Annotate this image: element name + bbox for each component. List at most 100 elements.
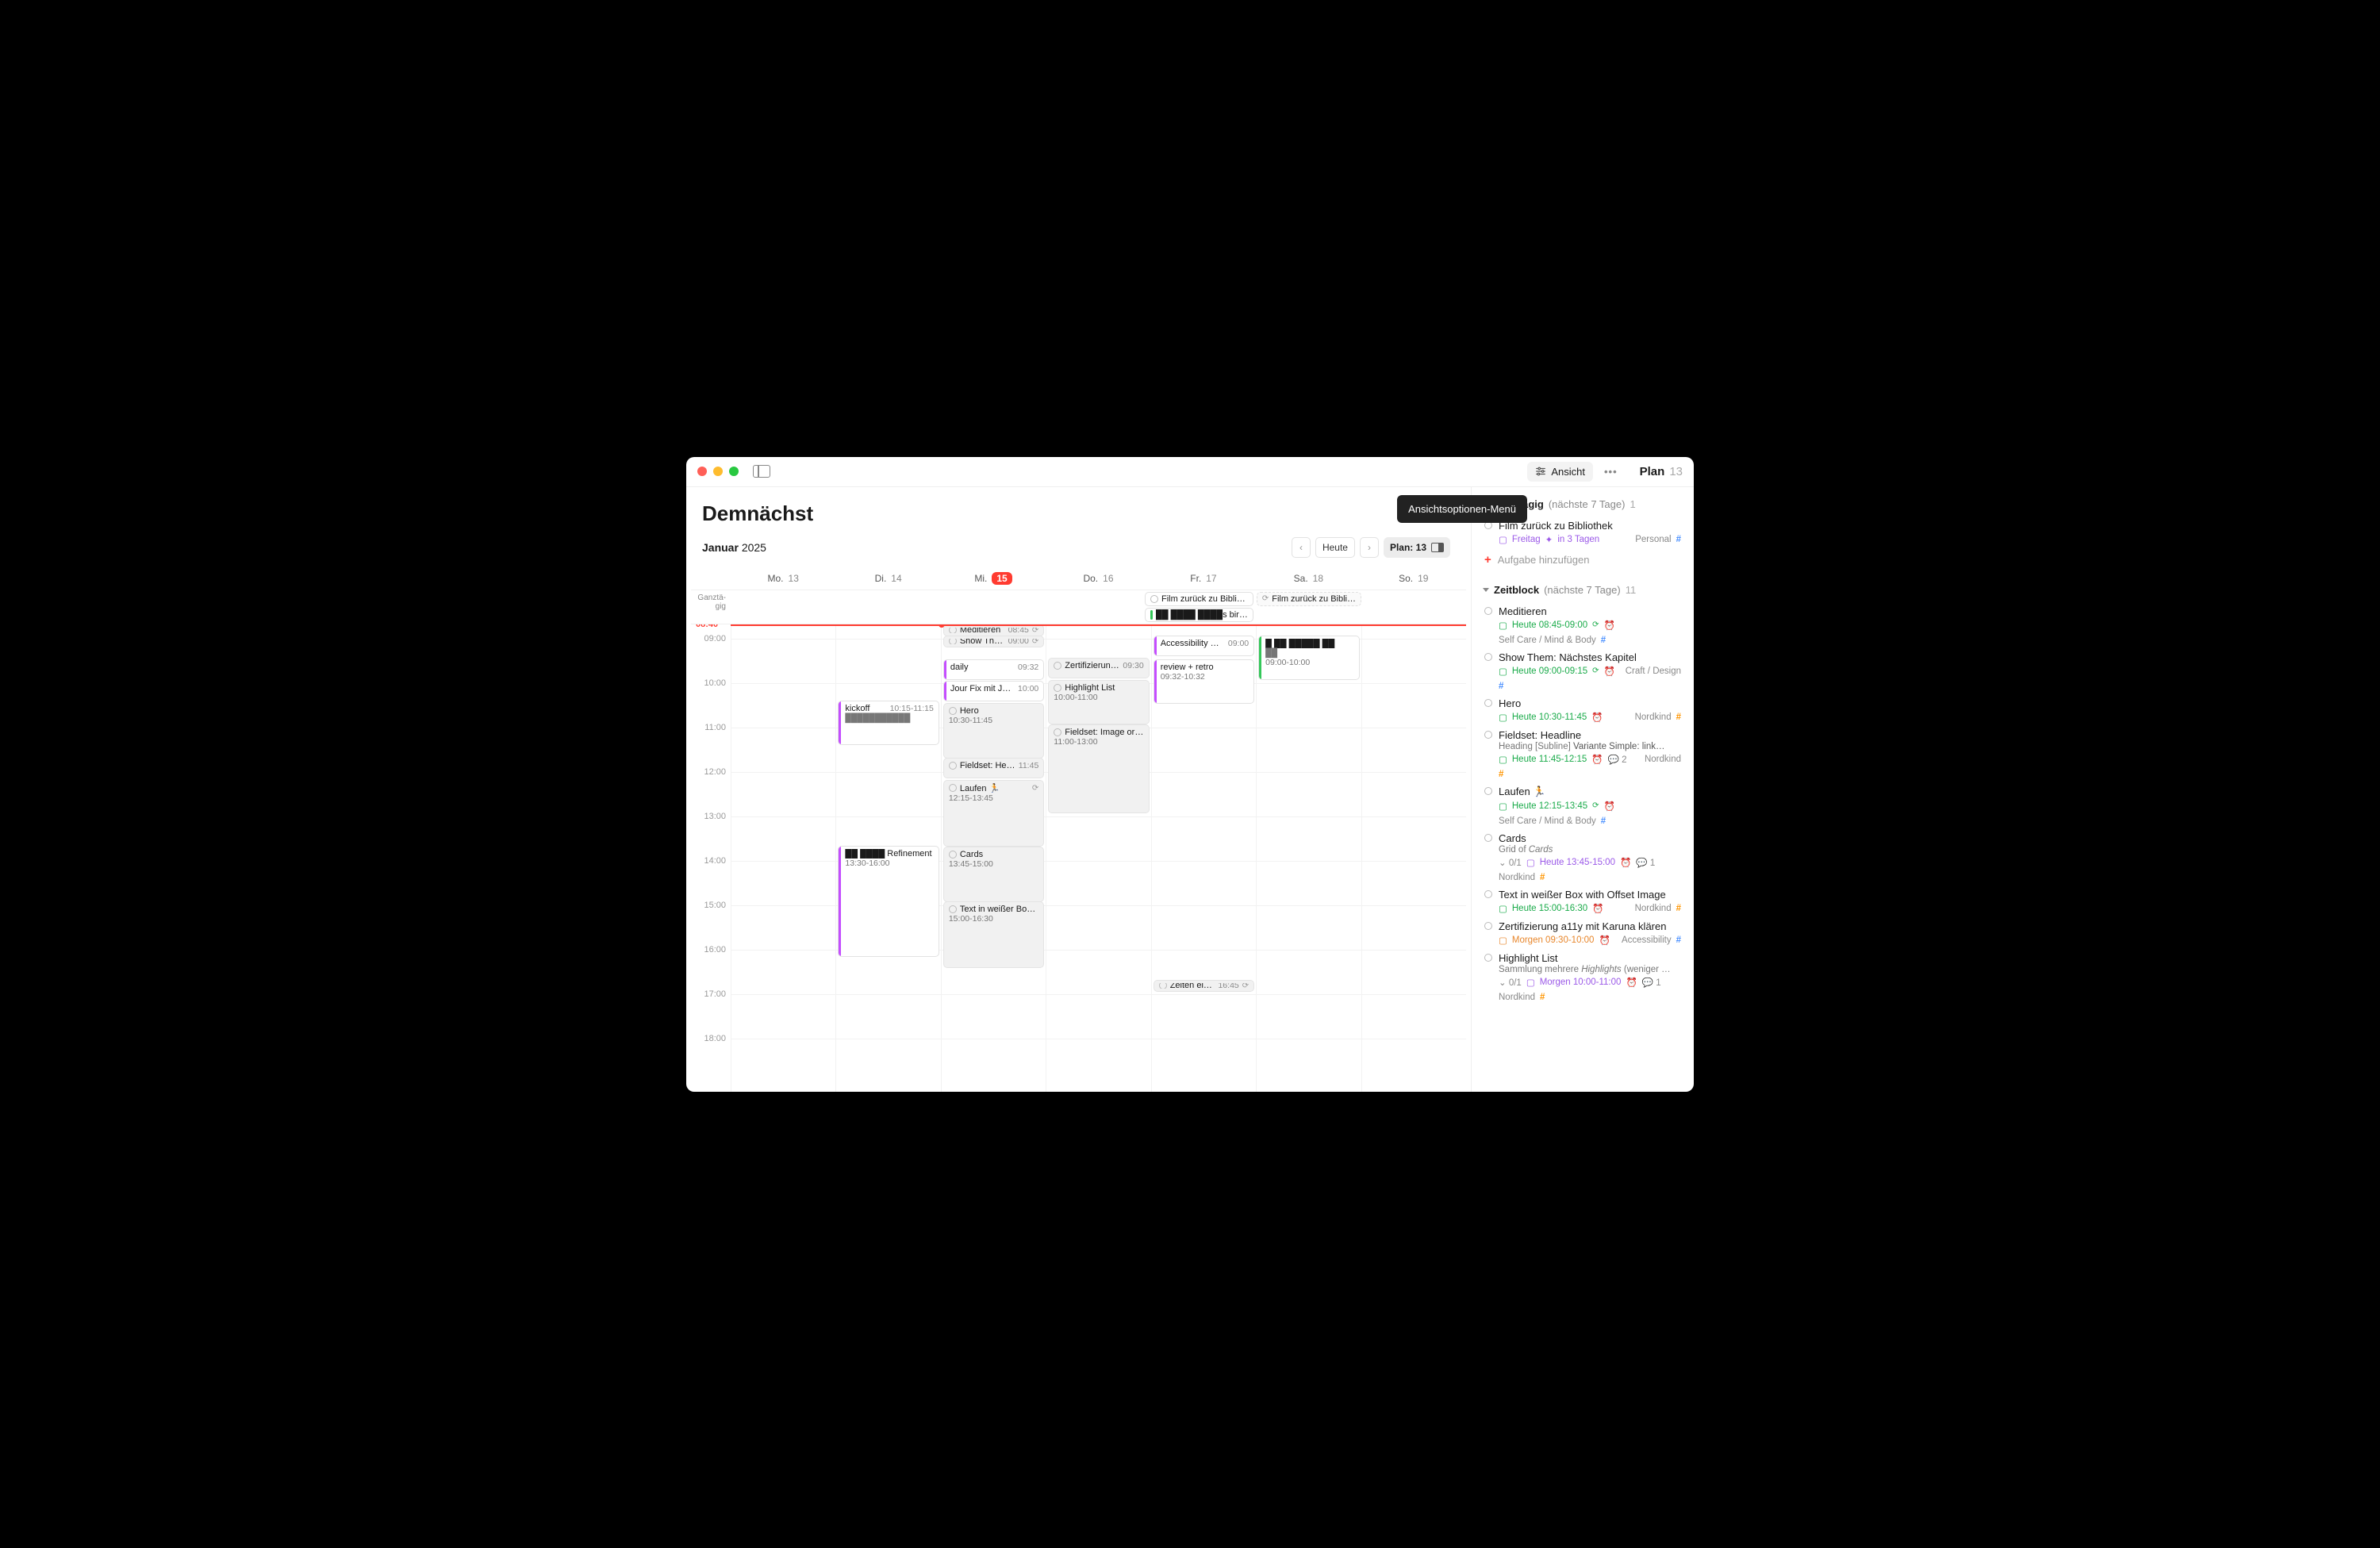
allday-row: Ganztä- gig Film zurück zu Bibli… ██ ███… — [691, 590, 1466, 624]
calendar-event[interactable]: Laufen 🏃⟳12:15-13:45 — [943, 780, 1044, 847]
task-checkbox[interactable] — [1054, 684, 1061, 692]
task-item[interactable]: Highlight ListSammlung mehrere Highlight… — [1483, 949, 1683, 1005]
task-checkbox[interactable] — [1054, 662, 1061, 670]
day-header-mo[interactable]: Mo. 13 — [731, 572, 835, 585]
task-item[interactable]: Zertifizierung a11y mit Karuna klären▢Mo… — [1483, 917, 1683, 949]
minimize-window[interactable] — [713, 467, 723, 476]
task-checkbox[interactable] — [1484, 699, 1492, 707]
task-item[interactable]: Hero▢Heute 10:30-11:45⏰Nordkind# — [1483, 694, 1683, 726]
task-checkbox[interactable] — [1054, 728, 1061, 736]
tag-hash-icon[interactable]: # — [1540, 873, 1545, 882]
day-column-so[interactable] — [1361, 624, 1466, 1092]
calendar-event[interactable]: review + retro09:32-10:32 — [1154, 659, 1254, 704]
task-when: Heute 11:45-12:15 — [1512, 755, 1587, 764]
task-item[interactable]: Text in weißer Box with Offset Image▢Heu… — [1483, 885, 1683, 917]
task-item[interactable]: Show Them: Nächstes Kapitel▢Heute 09:00-… — [1483, 648, 1683, 694]
calendar-event[interactable]: █ ██ █████ ████09:00-10:00 — [1258, 636, 1359, 680]
calendar-event[interactable]: kickoff10:15-11:15███████████ — [838, 701, 939, 745]
sidebar-toggle-icon[interactable] — [753, 465, 770, 478]
tag-hash-icon[interactable]: # — [1499, 770, 1503, 779]
add-task-button[interactable]: + Aufgabe hinzufügen — [1483, 548, 1683, 571]
task-checkbox[interactable] — [1484, 653, 1492, 661]
task-checkbox[interactable] — [949, 905, 957, 913]
task-checkbox[interactable] — [949, 784, 957, 792]
task-checkbox[interactable] — [1484, 834, 1492, 842]
calendar-event[interactable]: daily09:32 — [943, 659, 1044, 680]
calendar-event[interactable]: Cards13:45-15:00 — [943, 847, 1044, 902]
task-checkbox[interactable] — [1159, 983, 1167, 989]
day-header-do[interactable]: Do. 16 — [1046, 572, 1150, 585]
tag-hash-icon[interactable]: # — [1601, 636, 1606, 645]
day-column-fr[interactable]: Accessibility Cl…09:00 review + retro09:3… — [1151, 624, 1256, 1092]
task-checkbox[interactable] — [949, 851, 957, 859]
event-subtitle: 12:15-13:45 — [949, 793, 1038, 803]
alarm-icon: ⏰ — [1604, 666, 1615, 677]
allday-event[interactable]: Film zurück zu Bibli… — [1145, 592, 1253, 606]
event-subtitle: 15:00-16:30 — [949, 914, 1038, 924]
allday-event[interactable]: ██ ████ ████s bir… — [1145, 608, 1253, 622]
today-button[interactable]: Heute — [1315, 537, 1355, 558]
task-checkbox[interactable] — [949, 762, 957, 770]
task-item[interactable]: Meditieren▢Heute 08:45-09:00⟳⏰Self Care … — [1483, 602, 1683, 648]
task-checkbox[interactable] — [1484, 922, 1492, 930]
tag-hash-icon[interactable]: # — [1499, 682, 1503, 691]
day-column-mo[interactable] — [731, 624, 835, 1092]
event-color-stripe — [944, 682, 946, 701]
tag-hash-icon[interactable]: # — [1676, 904, 1681, 913]
calendar-event[interactable]: Meditieren08:45⟳ — [943, 624, 1044, 636]
tag-hash-icon[interactable]: # — [1676, 935, 1681, 945]
prev-week-button[interactable]: ‹ — [1292, 537, 1311, 558]
day-column-sa[interactable]: █ ██ █████ ████09:00-10:00 — [1256, 624, 1361, 1092]
tag-hash-icon[interactable]: # — [1676, 535, 1681, 544]
day-column-mi[interactable]: Meditieren08:45⟳Show The…09:00⟳ daily09:3… — [941, 624, 1046, 1092]
allday-event-recurring[interactable]: ⟳ Film zurück zu Bibli… — [1257, 592, 1361, 606]
task-checkbox[interactable] — [949, 707, 957, 715]
task-checkbox[interactable] — [949, 639, 957, 644]
calendar-event[interactable]: Show The…09:00⟳ — [943, 636, 1044, 647]
calendar-event[interactable]: Hero10:30-11:45 — [943, 703, 1044, 759]
day-header-so[interactable]: So. 19 — [1361, 572, 1466, 585]
zoom-window[interactable] — [729, 467, 739, 476]
task-checkbox[interactable] — [1150, 595, 1158, 603]
calendar-event[interactable]: Jour Fix mit Jo…10:00 — [943, 681, 1044, 701]
task-item[interactable]: Laufen 🏃▢Heute 12:15-13:45⟳⏰Self Care / … — [1483, 782, 1683, 829]
calendar-event[interactable]: Fieldset: Image or Slideshow11:00-13:00 — [1048, 724, 1149, 813]
task-checkbox[interactable] — [1484, 731, 1492, 739]
calendar-event[interactable]: ██ ████ Refinement13:30-16:00 — [838, 846, 939, 957]
event-subtitle: 10:30-11:45 — [949, 716, 1038, 725]
day-header-di[interactable]: Di. 14 — [835, 572, 940, 585]
task-tag: Craft / Design — [1626, 666, 1681, 676]
tag-hash-icon[interactable]: # — [1540, 993, 1545, 1002]
task-checkbox[interactable] — [1484, 787, 1492, 795]
event-title: kickoff — [845, 704, 886, 713]
calendar-event[interactable]: Zeiten eint…16:45⟳ — [1154, 980, 1254, 992]
close-window[interactable] — [697, 467, 707, 476]
calendar-event[interactable]: Zertifizierung…09:30 — [1048, 658, 1149, 678]
calendar-event[interactable]: Fieldset: Head…11:45 — [943, 758, 1044, 778]
task-item[interactable]: CardsGrid of Cards⌄ 0/1▢Heute 13:45-15:0… — [1483, 829, 1683, 885]
next-week-button[interactable]: › — [1360, 537, 1379, 558]
task-item[interactable]: Fieldset: HeadlineHeading [Subline] Vari… — [1483, 726, 1683, 782]
section-header-timeblock[interactable]: Zeitblock (nächste 7 Tage) 11 — [1483, 584, 1683, 596]
calendar-event[interactable]: Accessibility Cl…09:00 — [1154, 636, 1254, 656]
tag-hash-icon[interactable]: # — [1601, 816, 1606, 826]
calendar-event[interactable]: Highlight List10:00-11:00 — [1048, 680, 1149, 724]
plan-count-pill[interactable]: Plan: 13 — [1384, 537, 1450, 558]
repeat-icon: ⟳ — [1032, 784, 1038, 793]
task-checkbox[interactable] — [949, 628, 957, 633]
event-title: daily — [950, 663, 1015, 672]
day-column-di[interactable]: kickoff10:15-11:15███████████ ██ ████ Ref… — [835, 624, 940, 1092]
calendar-event[interactable]: Text in weißer Box with Offset Image15:0… — [943, 901, 1044, 968]
view-options-button[interactable]: Ansicht — [1527, 462, 1593, 482]
day-header-sa[interactable]: Sa. 18 — [1256, 572, 1361, 585]
tag-hash-icon[interactable]: # — [1676, 713, 1681, 722]
more-menu-button[interactable]: ••• — [1599, 463, 1622, 481]
panel-toggle-icon — [1431, 543, 1444, 552]
task-when: Heute 12:15-13:45 — [1512, 801, 1587, 811]
task-checkbox[interactable] — [1484, 890, 1492, 898]
day-header-fr[interactable]: Fr. 17 — [1151, 572, 1256, 585]
task-checkbox[interactable] — [1484, 954, 1492, 962]
task-checkbox[interactable] — [1484, 607, 1492, 615]
day-header-mi[interactable]: Mi. 15 — [941, 572, 1046, 585]
day-column-do[interactable]: Zertifizierung…09:30Highlight List10:00-… — [1046, 624, 1150, 1092]
